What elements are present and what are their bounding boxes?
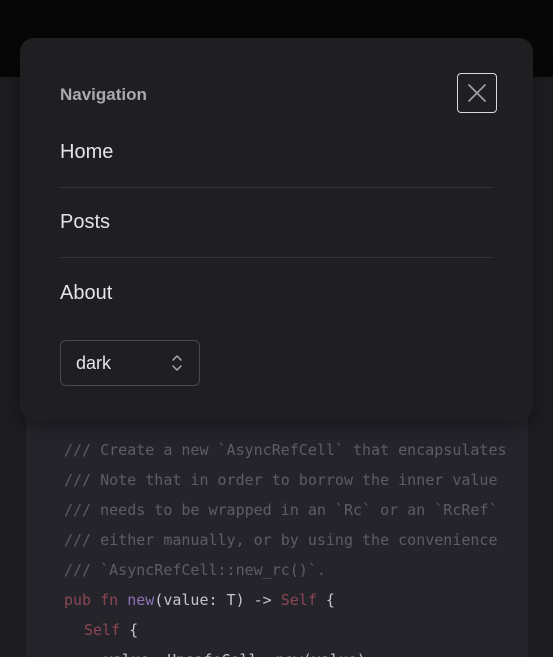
nav-item-posts[interactable]: Posts <box>60 188 493 258</box>
nav-item-about[interactable]: About <box>60 258 493 328</box>
page: /// /// Create a new `AsyncRefCell` that… <box>0 0 553 657</box>
navigation-list: Home Posts About <box>60 118 493 328</box>
body-brace: { <box>120 621 139 639</box>
close-icon <box>468 84 486 102</box>
keyword-self: Self <box>84 621 121 639</box>
close-button[interactable] <box>457 73 497 113</box>
keyword-fn: fn <box>100 591 119 609</box>
signature-params: (value: T) -> <box>154 591 281 609</box>
code-comment-line: /// `AsyncRefCell::new_rc()`. <box>64 561 326 579</box>
theme-select-value: dark <box>76 352 112 373</box>
signature-brace: { <box>316 591 335 609</box>
navigation-title: Navigation <box>60 85 147 104</box>
keyword-self: Self <box>280 591 317 609</box>
navigation-panel: Navigation Home Posts About dark <box>20 38 533 420</box>
code-comment-line: /// needs to be wrapped in an `Rc` or an… <box>64 501 498 519</box>
chevron-up-down-icon <box>172 355 182 371</box>
nav-item-home[interactable]: Home <box>60 118 493 188</box>
code-signature-line: pub fn new(value: T) -> Self { <box>64 585 335 615</box>
theme-select[interactable]: dark <box>60 340 200 386</box>
code-body-line-partial: value: UnsafeCell::new(value), <box>104 645 375 657</box>
code-comment-line: /// either manually, or by using the con… <box>64 531 498 549</box>
code-comment-line: /// Create a new `AsyncRefCell` that enc… <box>64 441 507 459</box>
keyword-pub: pub <box>64 591 92 609</box>
code-block: /// /// Create a new `AsyncRefCell` that… <box>26 380 528 657</box>
function-name: new <box>127 591 155 609</box>
code-comment-line: /// Note that in order to borrow the inn… <box>64 471 498 489</box>
code-body-line: Self { <box>84 615 138 645</box>
